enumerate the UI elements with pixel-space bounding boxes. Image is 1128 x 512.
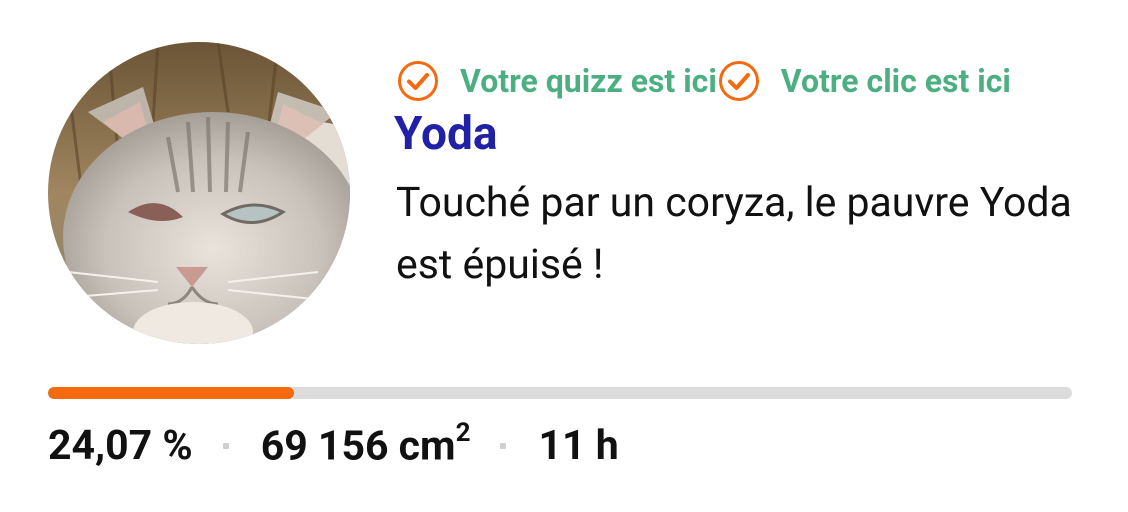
progress-bar xyxy=(48,387,1072,399)
click-badge[interactable]: Votre clic est ici xyxy=(717,59,1011,103)
cat-photo xyxy=(48,42,350,344)
separator-dot xyxy=(500,443,507,449)
separator-dot xyxy=(222,443,229,449)
stats-row: 24,07 % 69 156 cm2 11 h xyxy=(48,414,619,478)
percent-stat: 24,07 % xyxy=(48,422,193,470)
progress-fill xyxy=(48,387,295,399)
animal-description: Touché par un coryza, le pauvre Yoda est… xyxy=(396,179,1072,289)
quiz-badge[interactable]: Votre quizz est ici xyxy=(396,59,717,103)
click-badge-label: Votre clic est ici xyxy=(780,62,1011,100)
check-circle-icon xyxy=(717,59,761,103)
badge-row: Votre quizz est ici Votre clic est ici xyxy=(396,56,1086,106)
check-circle-icon xyxy=(396,59,440,103)
area-exponent: 2 xyxy=(455,417,471,448)
animal-name[interactable]: Yoda xyxy=(394,104,498,164)
area-stat: 69 156 cm2 xyxy=(260,418,471,471)
quiz-badge-label: Votre quizz est ici xyxy=(460,62,717,100)
time-stat: 11 h xyxy=(538,422,619,470)
avatar[interactable] xyxy=(48,42,350,344)
animal-card[interactable]: Votre quizz est ici Votre clic est ici Y… xyxy=(0,0,1128,512)
area-value: 69 156 cm xyxy=(260,422,456,471)
